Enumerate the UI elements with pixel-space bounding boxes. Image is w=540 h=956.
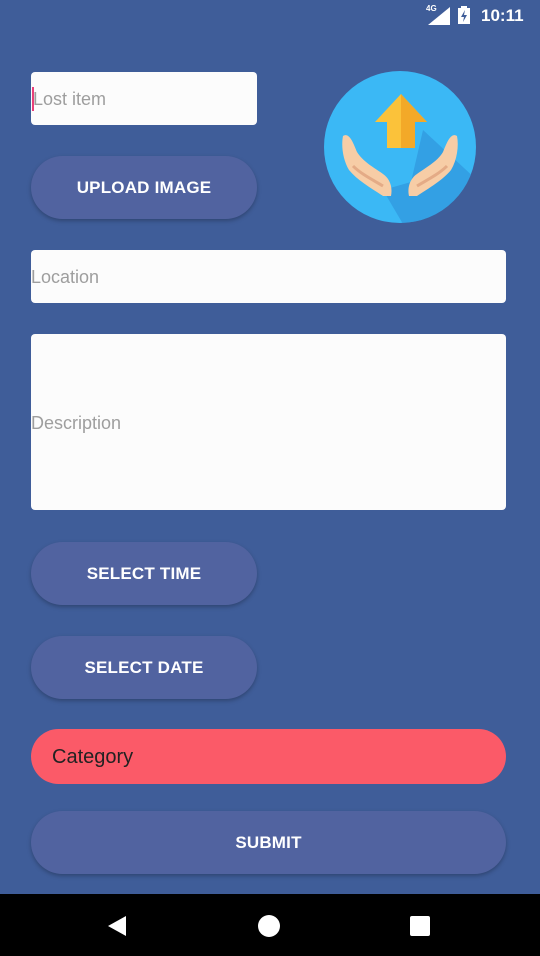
clock: 10:11 <box>481 6 524 25</box>
status-bar: 4G 10:11 <box>0 0 540 30</box>
back-icon[interactable] <box>106 914 128 938</box>
navigation-bar <box>0 894 540 956</box>
description-placeholder: Description <box>31 413 122 433</box>
select-date-button[interactable]: SELECT DATE <box>31 636 257 699</box>
description-input[interactable]: Description <box>31 334 506 510</box>
location-input[interactable]: Location <box>31 250 506 303</box>
lost-item-input[interactable]: Lost item <box>31 72 257 125</box>
select-time-button[interactable]: SELECT TIME <box>31 542 257 605</box>
lost-item-placeholder: Lost item <box>33 89 107 109</box>
recents-icon[interactable] <box>409 914 431 938</box>
category-selector[interactable]: Category <box>31 729 506 784</box>
hands-house-icon <box>324 71 476 223</box>
submit-button[interactable]: SUBMIT <box>31 811 506 874</box>
upload-image-button[interactable]: UPLOAD IMAGE <box>31 156 257 219</box>
location-placeholder: Location <box>31 267 100 287</box>
category-label: Category <box>52 746 134 768</box>
signal-icon <box>428 7 450 25</box>
home-icon[interactable] <box>257 914 281 938</box>
battery-charging-icon <box>458 6 470 24</box>
